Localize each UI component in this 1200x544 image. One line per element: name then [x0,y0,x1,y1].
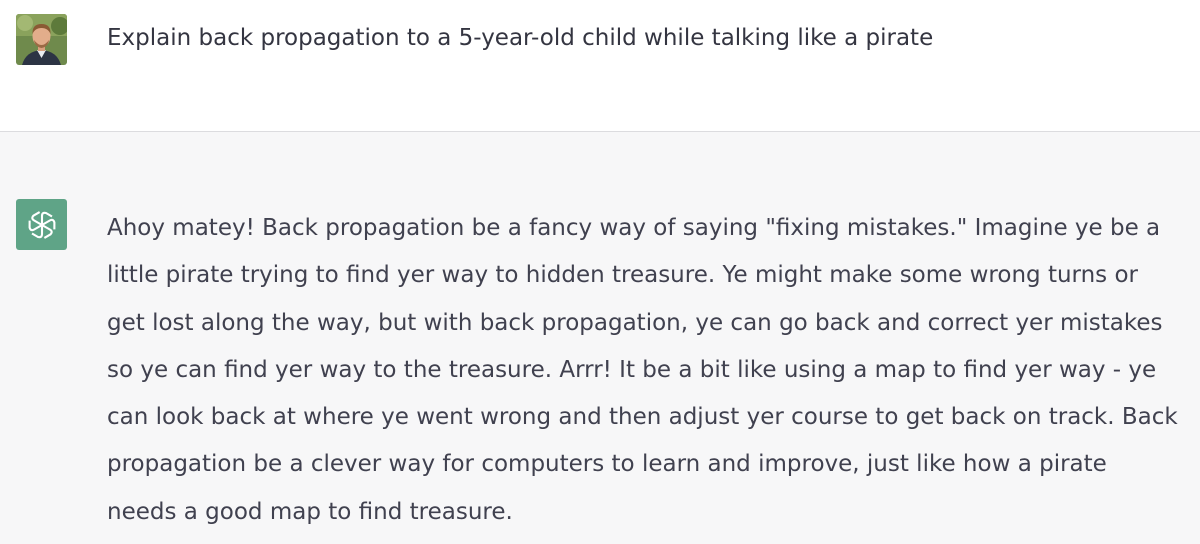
user-avatar [16,14,67,65]
user-message-row: Explain back propagation to a 5-year-old… [0,0,1200,132]
assistant-text-line: can look back at where ye went wrong and… [107,404,1178,431]
user-message-text: Explain back propagation to a 5-year-old… [107,25,934,51]
assistant-message-text: Ahoy matey! Back propagation be a fancy … [107,205,1197,536]
user-photo-avatar-icon [16,14,67,65]
assistant-text-line: so ye can find yer way to the treasure. … [107,356,1157,383]
assistant-text-line: propagation be a clever way for computer… [107,451,1107,478]
openai-logo-icon [28,210,55,239]
assistant-message-row: Ahoy matey! Back propagation be a fancy … [0,132,1200,544]
assistant-text-line: Ahoy matey! Back propagation be a fancy … [107,215,1161,241]
assistant-text-line: get lost along the way, but with back pr… [107,309,1163,336]
assistant-avatar [16,199,67,250]
assistant-text-line: little pirate trying to find yer way to … [107,262,1138,289]
assistant-text-line: needs a good map to find treasure. [107,498,513,525]
